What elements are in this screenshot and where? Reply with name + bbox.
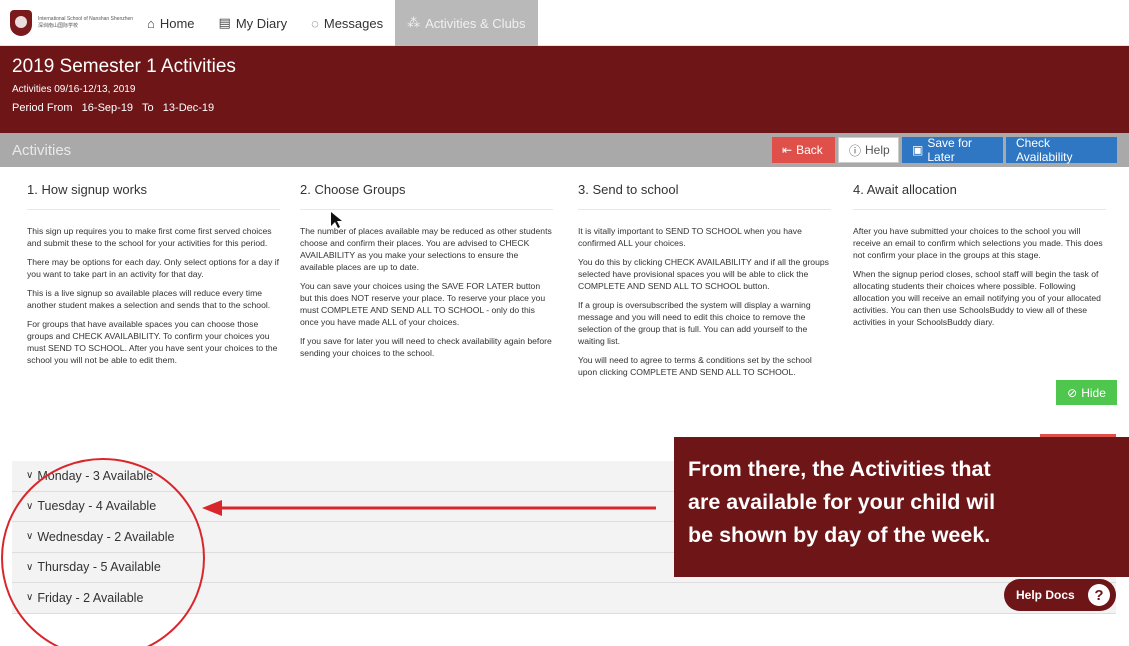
nav-item-label: Messages — [323, 15, 384, 31]
school-name-cn: 深圳南山国际学校 — [38, 22, 79, 29]
calendar-icon: ▤ — [218, 15, 231, 30]
hide-button[interactable]: ⊘ Hide — [1056, 380, 1117, 405]
chevron-down-icon: ∨ — [26, 500, 34, 512]
step-title: 4. Await allocation — [853, 182, 1106, 210]
nav-item-home[interactable]: ⌂ Home — [135, 0, 207, 46]
step-paragraph: The number of places available may be re… — [300, 226, 552, 272]
school-logo[interactable]: International School of Nanshan Shenzhen… — [0, 0, 135, 45]
activities-toolbar: Activities ⇤ Back ⓘ Help ▣ Save for Late… — [0, 133, 1129, 167]
save-for-later-button[interactable]: ▣ Save for Later — [902, 136, 1003, 164]
nav-item-activities[interactable]: ⁂ Activities & Clubs — [395, 0, 538, 46]
step-title: 2. Choose Groups — [300, 182, 553, 210]
hide-label: Hide — [1081, 385, 1106, 400]
step-title: 3. Send to school — [578, 182, 831, 210]
chevron-down-icon: ∨ — [26, 531, 34, 543]
back-button[interactable]: ⇤ Back — [772, 137, 835, 163]
nav-item-label: My Diary — [235, 15, 288, 31]
step-paragraph: This is a live signup so available place… — [27, 288, 271, 310]
day-label: Friday - 2 Available — [37, 590, 144, 605]
activities-icon: ⁂ — [407, 15, 421, 30]
toolbar-title: Activities — [12, 141, 72, 159]
callout-line: From there, the Activities that — [688, 457, 991, 481]
step-choose-groups: 2. Choose Groups The number of places av… — [300, 182, 553, 366]
chat-icon: ◌ — [311, 15, 319, 31]
nav-item-messages[interactable]: ◌ Messages — [299, 0, 395, 46]
page-header: 2019 Semester 1 Activities Activities 09… — [0, 46, 1129, 133]
home-icon: ⌂ — [147, 15, 155, 31]
annotation-callout: From there, the Activities that are avai… — [674, 437, 1129, 577]
period-range: Period From 16-Sep-19 To 13-Dec-19 — [12, 102, 215, 114]
help-docs-label: Help Docs — [1016, 588, 1075, 602]
school-name: International School of Nanshan Shenzhen… — [38, 16, 133, 30]
callout-line: be shown by day of the week. — [688, 523, 991, 547]
day-label: Thursday - 5 Available — [37, 560, 161, 575]
save-label: Save for Later — [927, 136, 973, 164]
step-paragraph: You can save your choices using the SAVE… — [300, 281, 546, 327]
day-label: Wednesday - 2 Available — [37, 529, 175, 544]
step-how-signup-works: 1. How signup works This sign up require… — [27, 182, 280, 373]
save-icon: ▣ — [912, 143, 924, 157]
step-paragraph: For groups that have available spaces yo… — [27, 319, 278, 365]
chevron-down-icon: ∨ — [26, 561, 34, 573]
step-paragraph: If you save for later you will need to c… — [300, 336, 552, 358]
help-label: Help — [865, 143, 890, 157]
step-paragraph: When the signup period closes, school st… — [853, 269, 1101, 327]
step-paragraph: There may be options for each day. Only … — [27, 257, 280, 279]
page-title: 2019 Semester 1 Activities — [12, 56, 236, 77]
check-label: Check Availability — [1016, 136, 1073, 164]
step-title: 1. How signup works — [27, 182, 280, 210]
step-send-to-school: 3. Send to school It is vitally importan… — [578, 182, 831, 385]
day-label: Monday - 3 Available — [37, 468, 154, 483]
help-button[interactable]: ⓘ Help — [838, 137, 899, 163]
info-icon: ⓘ — [849, 143, 862, 158]
step-await-allocation: 4. Await allocation After you have submi… — [853, 182, 1106, 335]
day-row-friday[interactable]: ∨ Friday - 2 Available — [12, 583, 1116, 614]
question-icon: ? — [1088, 584, 1110, 606]
callout-line: are available for your child wil — [688, 490, 996, 514]
top-nav: International School of Nanshan Shenzhen… — [0, 0, 1129, 46]
check-availability-button[interactable]: Check Availability — [1006, 136, 1117, 164]
step-paragraph: You do this by clicking CHECK AVAILABILI… — [578, 257, 829, 291]
nav-item-my-diary[interactable]: ▤ My Diary — [207, 0, 300, 46]
step-paragraph: After you have submitted your choices to… — [853, 226, 1103, 260]
page-subtitle: Activities 09/16-12/13, 2019 — [12, 84, 136, 95]
help-docs-button[interactable]: Help Docs ? — [1004, 579, 1116, 611]
step-paragraph: It is vitally important to SEND TO SCHOO… — [578, 226, 802, 248]
step-paragraph: If a group is oversubscribed the system … — [578, 300, 811, 346]
school-name-en: International School of Nanshan Shenzhen — [38, 15, 134, 22]
nav-item-label: Home — [159, 15, 195, 31]
step-paragraph: You will need to agree to terms & condit… — [578, 355, 812, 377]
nav-item-label: Activities & Clubs — [425, 15, 526, 31]
back-label: Back — [796, 143, 823, 157]
chevron-down-icon: ∨ — [26, 470, 34, 482]
school-crest-icon — [10, 9, 32, 36]
step-paragraph: This sign up requires you to make first … — [27, 226, 272, 248]
day-label: Tuesday - 4 Available — [37, 499, 157, 514]
chevron-down-icon: ∨ — [26, 592, 34, 604]
eye-slash-icon: ⊘ — [1067, 385, 1078, 400]
back-arrow-icon: ⇤ — [782, 143, 793, 157]
